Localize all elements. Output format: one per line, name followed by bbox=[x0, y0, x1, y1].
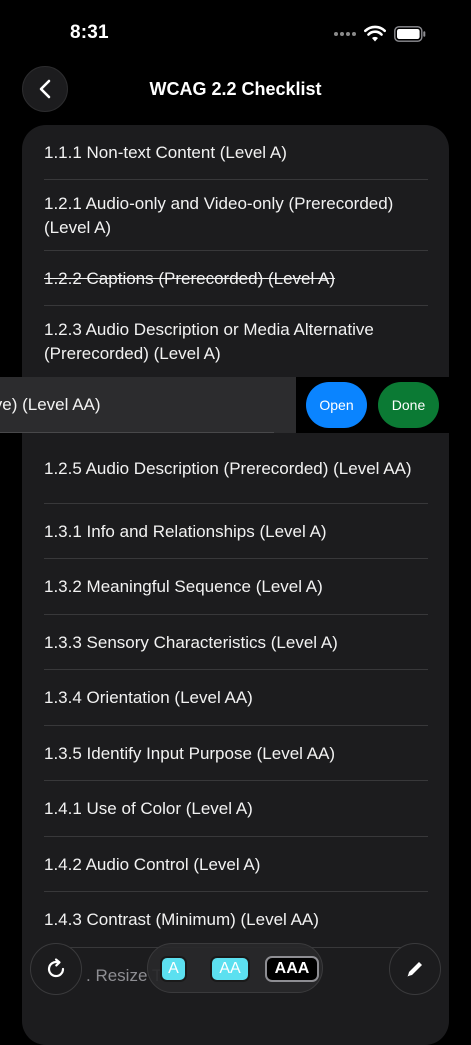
done-button[interactable]: Done bbox=[378, 382, 439, 428]
list-item-label: 1.3.3 Sensory Characteristics (Level A) bbox=[44, 632, 338, 652]
list-item[interactable]: 1.4.1 Use of Color (Level A) bbox=[22, 781, 449, 837]
swiped-list-item[interactable]: ive) (Level AA) Open Done bbox=[0, 377, 471, 433]
open-button[interactable]: Open bbox=[306, 382, 367, 428]
list-item-label: 1.2.5 Audio Description (Prerecorded) (L… bbox=[44, 458, 412, 478]
signal-icon bbox=[334, 32, 356, 36]
list-item-label: 1.3.2 Meaningful Sequence (Level A) bbox=[44, 577, 323, 596]
battery-icon bbox=[394, 26, 426, 42]
status-time: 8:31 bbox=[70, 22, 109, 43]
level-aaa-toggle[interactable]: AAA bbox=[265, 956, 319, 982]
list-item-label: ive) (Level AA) bbox=[0, 395, 101, 414]
list-item[interactable]: 1.3.1 Info and Relationships (Level A) bbox=[22, 504, 449, 559]
list-item-label: 1.4.2 Audio Control (Level A) bbox=[44, 854, 261, 874]
list-item[interactable]: 1.4.2 Audio Control (Level A) bbox=[22, 837, 449, 892]
list-item[interactable]: 1.3.2 Meaningful Sequence (Level A) bbox=[22, 559, 449, 615]
edit-button[interactable] bbox=[389, 943, 441, 995]
pencil-icon bbox=[407, 962, 422, 977]
level-a-toggle[interactable]: A bbox=[160, 956, 187, 982]
list-item-label: 1.1.1 Non-text Content (Level A) bbox=[44, 142, 287, 162]
list-item[interactable]: 1.3.3 Sensory Characteristics (Level A) bbox=[22, 615, 449, 670]
list-item[interactable]: 1.3.5 Identify Input Purpose (Level AA) bbox=[22, 726, 449, 781]
page-title: WCAG 2.2 Checklist bbox=[149, 79, 322, 99]
list-item-label: 1.3.5 Identify Input Purpose (Level AA) bbox=[44, 743, 336, 763]
status-bar: 8:31 bbox=[0, 0, 471, 66]
wifi-icon bbox=[364, 25, 386, 42]
list-item[interactable]: 1.2.3 Audio Description or Media Alterna… bbox=[22, 306, 449, 377]
list-item-label: 1.4.1 Use of Color (Level A) bbox=[44, 799, 253, 818]
swiped-item-content[interactable]: ive) (Level AA) bbox=[0, 377, 296, 433]
list-item-label: 1.3.1 Info and Relationships (Level A) bbox=[44, 521, 327, 541]
list-item-label: 1.3.4 Orientation (Level AA) bbox=[44, 688, 253, 707]
list-item[interactable]: 1.2.5 Audio Description (Prerecorded) (L… bbox=[22, 433, 449, 504]
list-item[interactable]: 1.3.4 Orientation (Level AA) bbox=[22, 670, 449, 726]
list-item[interactable]: 1.4.3 Contrast (Minimum) (Level AA) bbox=[22, 892, 449, 948]
refresh-icon bbox=[47, 958, 65, 978]
list-item[interactable]: 1.2.1 Audio-only and Video-only (Prereco… bbox=[22, 180, 449, 251]
list-item[interactable]: 1.1.1 Non-text Content (Level A) bbox=[22, 125, 449, 180]
level-aa-toggle[interactable]: AA bbox=[210, 956, 250, 982]
list-item-label: 1.2.1 Audio-only and Video-only (Prereco… bbox=[44, 193, 394, 237]
checklist-card: 1.1.1 Non-text Content (Level A) 1.2.1 A… bbox=[22, 125, 449, 1045]
list-item-label: 1.4.3 Contrast (Minimum) (Level AA) bbox=[44, 910, 319, 929]
list-item-done[interactable]: 1.2.2 Captions (Prerecorded) (Level A) bbox=[22, 251, 449, 306]
nav-bar: WCAG 2.2 Checklist bbox=[0, 66, 471, 116]
list-item-label: 1.2.3 Audio Description or Media Alterna… bbox=[44, 319, 374, 363]
level-filter: A AA AAA bbox=[147, 943, 323, 993]
refresh-button[interactable] bbox=[30, 943, 82, 995]
list-item-label: 1.2.2 Captions (Prerecorded) (Level A) bbox=[44, 268, 336, 288]
